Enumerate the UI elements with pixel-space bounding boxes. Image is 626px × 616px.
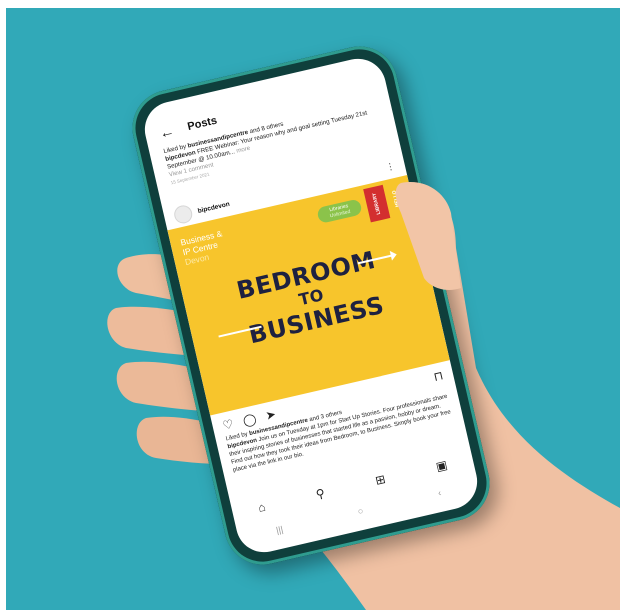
libraries-unlimited-logo: Libraries Unlimited: [316, 198, 363, 224]
photo-background: ← Posts Liked by businessandipcentre and…: [6, 8, 620, 610]
more-vertical-icon[interactable]: ⋮: [385, 160, 396, 173]
avatar[interactable]: [172, 203, 195, 226]
recents-button[interactable]: |||: [275, 524, 284, 535]
reels-icon[interactable]: ▣: [435, 458, 449, 474]
page-title: Posts: [186, 114, 219, 134]
home-button[interactable]: ○: [357, 506, 365, 517]
back-arrow-icon[interactable]: ←: [158, 122, 176, 142]
back-button[interactable]: ‹: [437, 488, 442, 498]
heart-icon[interactable]: ♡: [221, 417, 235, 433]
bookmark-icon[interactable]: ⊓: [432, 368, 444, 384]
send-icon[interactable]: ➤: [264, 407, 277, 423]
search-icon[interactable]: ⚲: [315, 486, 327, 502]
comment-icon[interactable]: ◯: [241, 411, 257, 428]
add-post-icon[interactable]: ⊞: [374, 472, 387, 488]
bip-devon-logo: Business & IP Centre Devon: [179, 228, 224, 268]
post-author-handle[interactable]: bipcdevon: [197, 200, 230, 214]
home-icon[interactable]: ⌂: [257, 500, 267, 515]
libraries-badge: LIBRARY HELLO: [363, 184, 401, 223]
